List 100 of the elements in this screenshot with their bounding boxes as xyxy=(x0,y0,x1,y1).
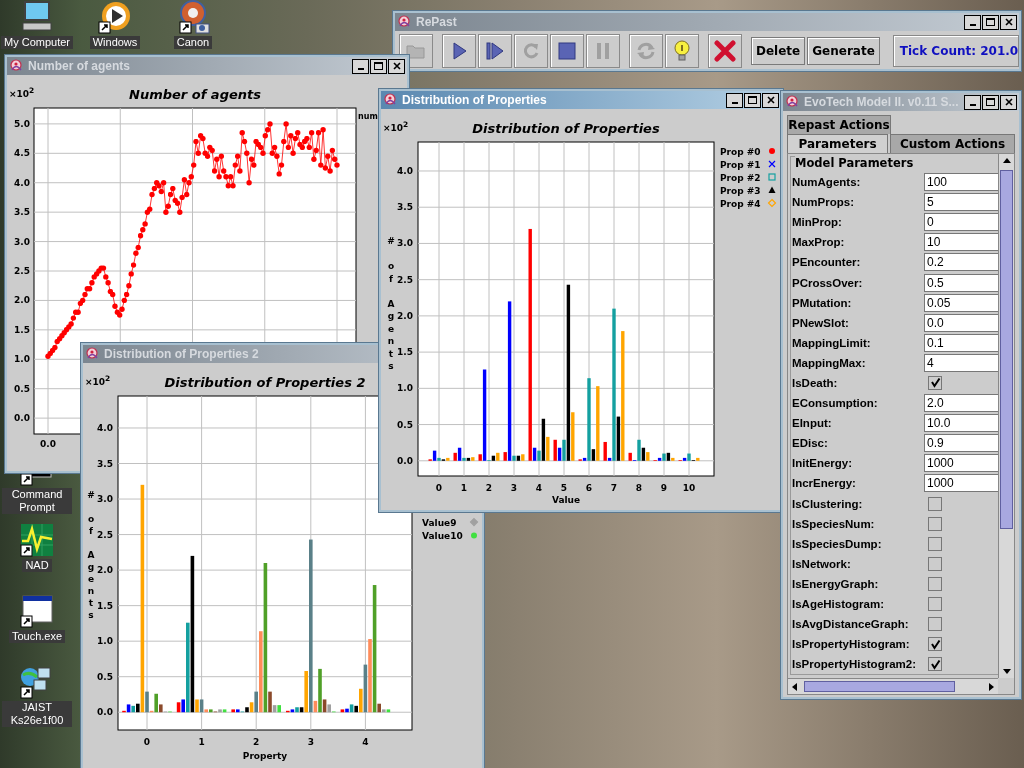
y-tick-label: 2.5 xyxy=(14,266,30,276)
toolbar-button[interactable] xyxy=(478,34,512,68)
close-button[interactable] xyxy=(1000,14,1017,30)
vertical-scrollbar[interactable] xyxy=(998,154,1014,678)
checkbox[interactable] xyxy=(928,516,942,531)
group-title: Model Parameters xyxy=(795,156,998,170)
parameter-field[interactable]: 0.5 xyxy=(924,273,998,292)
legend-label: Prop #0 xyxy=(720,146,761,157)
tab[interactable]: Parameters xyxy=(787,134,889,153)
parameter-field[interactable]: 0.05 xyxy=(924,293,998,312)
parameter-field[interactable]: 0.1 xyxy=(924,333,998,352)
parameter-field[interactable]: 0 xyxy=(924,213,998,232)
parameter-label: MappingLimit: xyxy=(792,336,872,349)
close-button[interactable] xyxy=(388,58,405,74)
toolbar-text-button[interactable]: Delete xyxy=(751,37,806,65)
app-icon xyxy=(785,95,800,109)
stop-icon xyxy=(557,41,577,61)
chart-title: Number of agents xyxy=(129,87,261,102)
parameter-field[interactable]: 0.0 xyxy=(924,313,998,332)
x-tick-label: 1 xyxy=(198,737,205,747)
axis-scale-label: ×10$^{2}$ xyxy=(85,377,111,387)
toolbar-button[interactable] xyxy=(665,34,699,68)
desktop-icon-label[interactable]: JAIST Ks26e1f00 xyxy=(2,701,72,727)
parameter-label: IsEnergyGraph: xyxy=(792,577,880,590)
parameter-field[interactable]: 1000 xyxy=(924,454,998,473)
y-tick-label: 1.5 xyxy=(397,347,413,358)
tab[interactable]: Custom Actions xyxy=(890,134,1015,153)
checkbox[interactable] xyxy=(928,496,942,511)
app-icon xyxy=(9,59,24,73)
tab[interactable]: Repast Actions xyxy=(787,115,891,134)
x-axis-label: Value xyxy=(551,495,581,505)
checkbox[interactable] xyxy=(928,657,942,672)
parameter-field[interactable]: 10 xyxy=(924,233,998,252)
parameter-label: IsPropertyHistogram2: xyxy=(792,658,917,671)
parameter-field[interactable]: 5 xyxy=(924,193,998,212)
lightbulb-icon xyxy=(672,40,692,62)
maximize-button[interactable] xyxy=(744,92,761,108)
maximize-icon xyxy=(986,18,995,26)
toolbar-button[interactable] xyxy=(442,34,476,68)
y-tick-label: 0.0 xyxy=(14,413,30,424)
legend-label: Prop #1 xyxy=(720,159,761,170)
minimize-button[interactable] xyxy=(964,14,981,30)
application-window-icon xyxy=(20,594,54,628)
minimize-button[interactable] xyxy=(964,94,981,110)
maximize-icon xyxy=(748,96,757,104)
parameter-label: EDisc: xyxy=(792,437,829,450)
maximize-button[interactable] xyxy=(982,94,999,110)
x-axis-label: Property xyxy=(242,751,288,761)
checkbox[interactable] xyxy=(928,556,942,571)
desktop-icon-label[interactable]: Touch.exe xyxy=(8,630,66,643)
y-tick-label: 2.5 xyxy=(397,274,413,285)
parameter-field[interactable]: 100 xyxy=(924,173,998,192)
y-tick-label: 0.0 xyxy=(97,707,113,718)
minimize-button[interactable] xyxy=(726,92,743,108)
parameter-label: IsPropertyHistogram: xyxy=(792,638,911,651)
legend-marker-icon xyxy=(768,173,776,181)
desktop-icon-label[interactable]: NAD xyxy=(22,559,52,572)
x-tick-label: 2 xyxy=(485,483,493,493)
y-tick-label: 4.5 xyxy=(14,148,30,159)
parameter-label: MinProp: xyxy=(792,216,843,229)
y-tick-label: 2.0 xyxy=(14,295,30,306)
scrollbar-thumb[interactable] xyxy=(804,681,956,692)
legend-label: num xyxy=(358,112,378,121)
parameter-label: PCrossOver: xyxy=(792,276,864,289)
parameter-label: IsClustering: xyxy=(792,497,864,510)
checkbox[interactable] xyxy=(928,576,942,591)
parameter-field[interactable]: 2.0 xyxy=(924,394,998,413)
close-icon xyxy=(1004,18,1013,26)
close-button[interactable] xyxy=(1000,94,1017,110)
checkbox[interactable] xyxy=(928,637,942,652)
toolbar-button[interactable] xyxy=(550,34,584,68)
parameter-label: MappingMax: xyxy=(792,356,867,369)
minimize-button[interactable] xyxy=(352,58,369,74)
toolbar-text-button[interactable]: Generate xyxy=(807,37,880,65)
checkbox[interactable] xyxy=(928,597,942,611)
checkbox[interactable] xyxy=(928,376,942,390)
parameter-field[interactable]: 0.2 xyxy=(924,253,998,272)
y-tick-label: 0.5 xyxy=(397,419,413,430)
checkbox[interactable] xyxy=(928,617,942,632)
parameter-field[interactable]: 10.0 xyxy=(924,414,998,433)
desktop-icon-label[interactable]: Canon xyxy=(173,36,213,49)
x-tick-label: 2 xyxy=(253,737,260,747)
parameter-field[interactable]: 4 xyxy=(924,353,998,372)
close-icon xyxy=(714,40,736,62)
window-title: Number of agents xyxy=(28,59,130,73)
tick-count-label: Tick Count: 201.0 xyxy=(892,35,1020,67)
parameter-field[interactable]: 1000 xyxy=(924,474,998,493)
desktop-icon-label[interactable]: My Computer xyxy=(1,36,73,49)
refresh-icon xyxy=(635,41,657,61)
checkbox[interactable] xyxy=(928,536,942,551)
maximize-button[interactable] xyxy=(370,58,387,74)
desktop-icon-label[interactable]: Windows xyxy=(89,36,141,49)
toolbar-button[interactable] xyxy=(708,34,742,68)
scrollbar-thumb[interactable] xyxy=(1000,170,1013,530)
desktop-icon-label[interactable]: Command Prompt xyxy=(2,488,72,514)
parameter-field[interactable]: 0.9 xyxy=(924,434,998,453)
y-tick-label: 1.0 xyxy=(14,354,30,365)
close-button[interactable] xyxy=(762,92,779,108)
horizontal-scrollbar[interactable] xyxy=(788,678,998,694)
maximize-button[interactable] xyxy=(982,14,999,30)
